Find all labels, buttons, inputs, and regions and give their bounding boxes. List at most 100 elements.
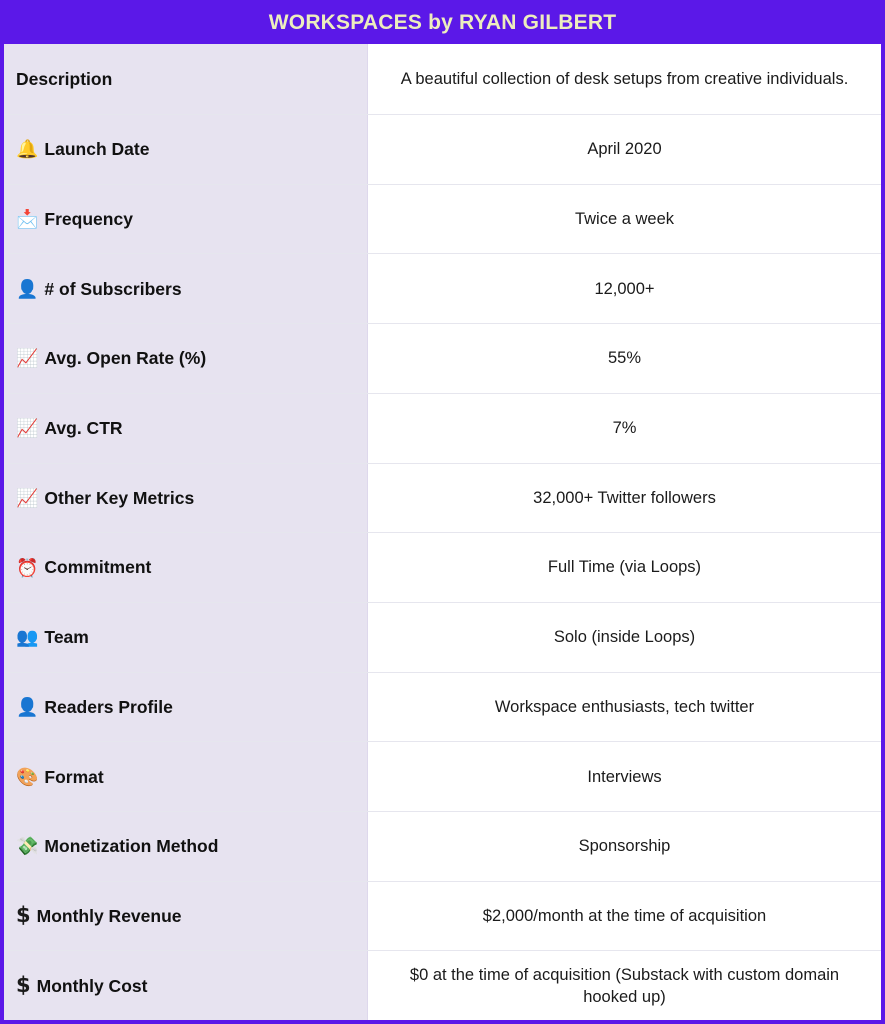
row-label: Monetization Method — [44, 836, 219, 857]
row-label-cell: 🔔 Launch Date — [4, 115, 368, 184]
row-value-cell: 32,000+ Twitter followers — [368, 463, 881, 533]
row-value-cell: Workspace enthusiasts, tech twitter — [368, 672, 881, 742]
row-label: Launch Date — [44, 139, 150, 160]
row-value-cell: 55% — [368, 324, 881, 393]
bell-icon: 🔔 — [16, 139, 39, 160]
heavy-dollar-sign-icon: $ — [16, 973, 31, 998]
row-label-cell: ⏰ Commitment — [4, 533, 368, 602]
row-label: Monthly Cost — [36, 975, 148, 996]
row-label: Avg. Open Rate (%) — [44, 348, 207, 369]
table-row: ⏰ Commitment Full Time (via Loops) — [4, 532, 881, 602]
row-label-cell: 📈 Avg. Open Rate (%) — [4, 324, 368, 393]
table-row: $ Monthly Cost $0 at the time of acquisiti… — [4, 950, 881, 1020]
table-row: 🎨 Format Interviews — [4, 741, 881, 811]
row-value-cell: A beautiful collection of desk setups fr… — [368, 44, 881, 115]
row-value: Interviews — [587, 767, 662, 786]
row-value: Twice a week — [574, 210, 675, 229]
artist-palette-icon: 🎨 — [16, 766, 39, 787]
row-value: A beautiful collection of desk setups fr… — [400, 69, 849, 88]
table-row: 📩 Frequency Twice a week — [4, 183, 881, 254]
row-label: Frequency — [44, 209, 133, 230]
money-with-wings-icon: 💸 — [16, 836, 39, 857]
row-label-cell: 🎨 Format — [4, 742, 368, 811]
row-label-group: 👤 Readers Profile — [16, 697, 173, 717]
row-label: Avg. CTR — [44, 418, 123, 439]
row-label-group: 🔔 Launch Date — [16, 139, 149, 159]
row-value-cell: Twice a week — [368, 184, 881, 254]
alarm-clock-icon: ⏰ — [16, 557, 39, 578]
row-label-group: 👤 # of Subscribers — [16, 279, 182, 299]
page-title: WORKSPACES by RYAN GILBERT — [268, 10, 617, 34]
table-row: 💸 Monetization Method Sponsorship — [4, 810, 881, 881]
table-row: $ Monthly Revenue $2,000/month at the time… — [4, 880, 881, 951]
row-label-group: 📈 Other Key Metrics — [16, 488, 194, 508]
table-row: Description A beautiful collection of des… — [4, 44, 881, 115]
table-row: 📈 Other Key Metrics 32,000+ Twitter follow… — [4, 462, 881, 533]
row-label: Readers Profile — [44, 696, 173, 717]
envelope-with-arrow-icon: 📩 — [16, 209, 39, 230]
table-row: 📈 Avg. Open Rate (%) 55% — [4, 323, 881, 393]
row-value: 55% — [607, 349, 642, 368]
busts-in-silhouette-icon: 👥 — [16, 627, 39, 648]
row-label-cell: Description — [4, 44, 368, 115]
row-label-cell: $ Monthly Revenue — [4, 881, 368, 951]
chart-increasing-icon: 📈 — [16, 487, 39, 508]
row-label: Commitment — [44, 557, 152, 578]
row-label: Description — [16, 68, 113, 89]
table-row: 📈 Avg. CTR 7% — [4, 392, 881, 463]
card-header: WORKSPACES by RYAN GILBERT — [0, 0, 885, 44]
details-table: Description A beautiful collection of des… — [4, 44, 881, 1020]
chart-increasing-icon: 📈 — [16, 348, 39, 369]
row-label-group: $ Monthly Cost — [16, 975, 147, 996]
bust-in-silhouette-icon: 👤 — [16, 696, 39, 717]
row-value-cell: Interviews — [368, 742, 881, 811]
row-label-group: 📩 Frequency — [16, 209, 133, 229]
table-row: 🔔 Launch Date April 2020 — [4, 114, 881, 184]
row-label-cell: 💸 Monetization Method — [4, 811, 368, 881]
row-value-cell: $0 at the time of acquisition (Substack … — [368, 951, 881, 1020]
row-value: Solo (inside Loops) — [553, 628, 696, 647]
row-value-cell: Sponsorship — [368, 811, 881, 881]
row-value: 7% — [612, 419, 637, 438]
row-label-cell: 📈 Other Key Metrics — [4, 463, 368, 533]
row-label-group: $ Monthly Revenue — [16, 905, 182, 926]
row-label-cell: 👤 Readers Profile — [4, 672, 368, 742]
heavy-dollar-sign-icon: $ — [16, 903, 31, 928]
row-label-group: 📈 Avg. CTR — [16, 418, 123, 438]
newsletter-profile-card: WORKSPACES by RYAN GILBERT Description A … — [0, 0, 885, 1024]
table-row: 👥 Team Solo (inside Loops) — [4, 601, 881, 672]
row-value: 32,000+ Twitter followers — [533, 488, 716, 507]
row-label-group: 👥 Team — [16, 627, 89, 647]
row-label-cell: $ Monthly Cost — [4, 951, 368, 1020]
chart-increasing-icon: 📈 — [16, 418, 39, 439]
table-row: 👤 # of Subscribers 12,000+ — [4, 253, 881, 324]
row-label: Format — [44, 766, 104, 787]
row-value: April 2020 — [587, 140, 662, 159]
row-value-cell: Full Time (via Loops) — [368, 533, 881, 602]
row-value-cell: April 2020 — [368, 115, 881, 184]
row-value: Workspace enthusiasts, tech twitter — [494, 697, 755, 716]
row-label-cell: 📈 Avg. CTR — [4, 393, 368, 463]
row-value-cell: 7% — [368, 393, 881, 463]
table-row: 👤 Readers Profile Workspace enthusiasts, t… — [4, 671, 881, 742]
row-label-group: ⏰ Commitment — [16, 557, 151, 577]
row-label: Monthly Revenue — [36, 905, 182, 926]
row-label-cell: 👤 # of Subscribers — [4, 254, 368, 324]
row-value-cell: $2,000/month at the time of acquisition — [368, 881, 881, 951]
row-value: 12,000+ — [594, 279, 655, 298]
row-label: Other Key Metrics — [44, 487, 195, 508]
row-label: # of Subscribers — [44, 278, 182, 299]
bust-in-silhouette-icon: 👤 — [16, 278, 39, 299]
row-label-group: 🎨 Format — [16, 767, 104, 787]
row-value: $2,000/month at the time of acquisition — [482, 906, 767, 925]
row-value: Sponsorship — [578, 837, 671, 856]
row-label: Team — [44, 627, 89, 648]
row-value: Full Time (via Loops) — [547, 558, 702, 577]
row-label-cell: 👥 Team — [4, 602, 368, 672]
row-value-cell: Solo (inside Loops) — [368, 602, 881, 672]
row-label-cell: 📩 Frequency — [4, 184, 368, 254]
row-value-cell: 12,000+ — [368, 254, 881, 324]
row-label-group: Description — [16, 69, 112, 89]
row-value: $0 at the time of acquisition (Substack … — [409, 965, 840, 1006]
row-label-group: 💸 Monetization Method — [16, 836, 218, 856]
